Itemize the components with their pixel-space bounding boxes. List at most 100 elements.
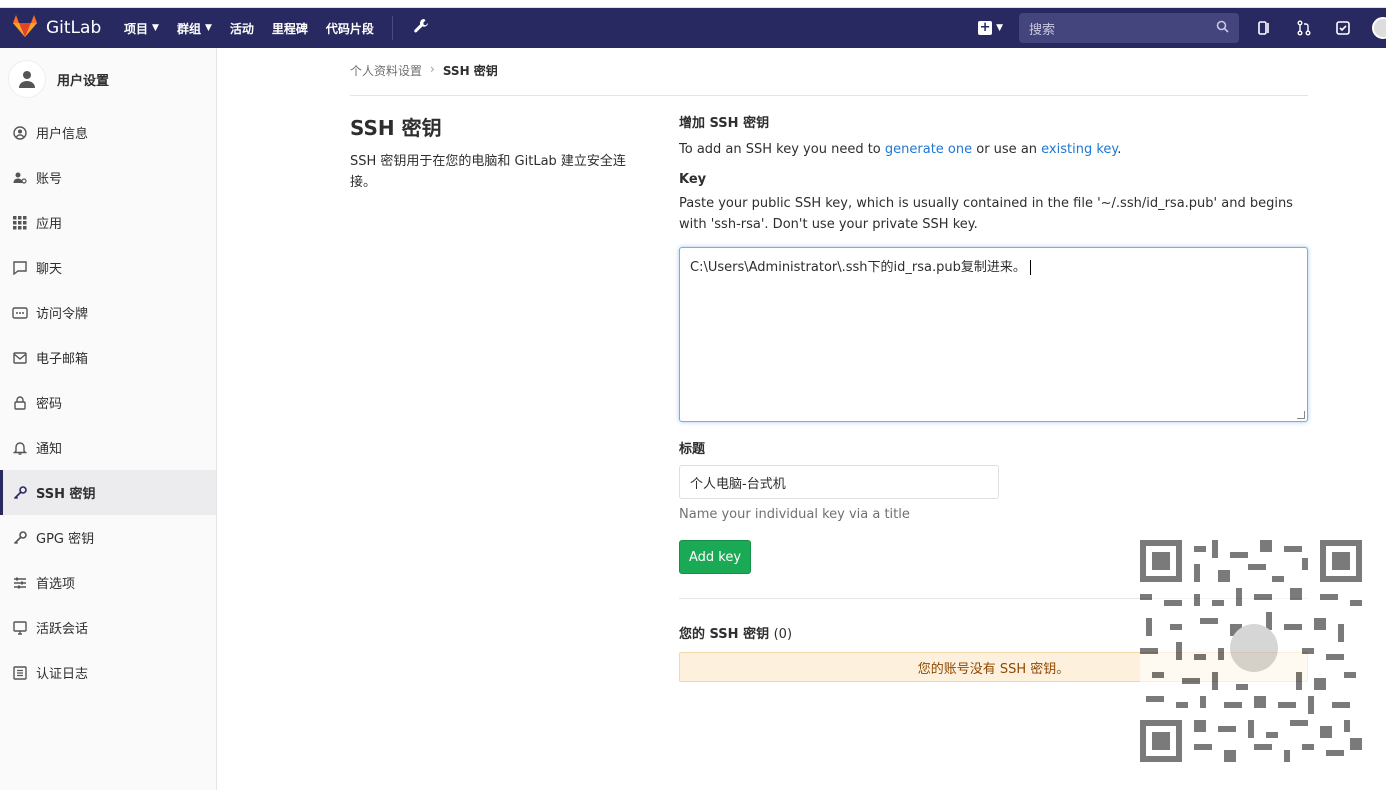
sidebar-item-applications[interactable]: 应用 [0,200,216,245]
qr-code-watermark [1140,540,1362,762]
existing-key-link[interactable]: existing key [1041,142,1117,157]
form-heading: 增加 SSH 密钥 [679,116,770,131]
chevron-down-icon: ▼ [152,23,159,33]
title-input-value: 个人电脑-台式机 [690,476,786,492]
merge-request-icon[interactable] [1294,18,1314,38]
sidebar-item-label: 认证日志 [36,667,89,682]
chevron-down-icon: ▼ [204,23,212,33]
title-label: 标题 [679,442,706,457]
grid-icon [12,215,28,231]
key-help: Paste your public SSH key, which is usua… [679,196,1293,232]
generate-one-link[interactable]: generate one [885,142,972,157]
sidebar-item-label: 访问令牌 [36,307,89,322]
search-input[interactable]: 搜索 [1019,13,1239,43]
monitor-icon [12,620,28,636]
form-intro: To add an SSH key you need to generate o… [679,139,1308,160]
nav-label: 活动 [229,21,254,36]
bell-icon [12,440,28,456]
breadcrumb: 个人资料设置 › SSH 密钥 [350,62,1308,96]
sidebar-item-label: 用户信息 [36,127,89,142]
new-dropdown-button[interactable]: + ▼ [978,21,1003,35]
sidebar-item-label: 账号 [36,172,63,187]
nav-projects[interactable]: 项目 ▼ [124,20,159,37]
text-cursor [1029,260,1031,275]
sidebar-item-label: 应用 [36,217,63,232]
token-icon [12,305,28,321]
intro-text: To add an SSH key you need to [679,142,885,157]
chevron-right-icon: › [430,62,435,76]
page-title: SSH 密钥 [350,116,442,140]
plus-icon: + [978,20,993,35]
window-top-strip [0,0,1386,8]
user-circle-icon [12,125,28,141]
user-avatar-icon [8,60,46,98]
sidebar-item-emails[interactable]: 电子邮箱 [0,335,216,380]
list-icon [12,665,28,681]
nav-label: 里程碑 [271,21,308,36]
chat-icon [12,260,28,276]
sliders-icon [12,575,28,591]
keys-count: (0) [773,627,793,642]
title-input[interactable]: 个人电脑-台式机 [679,465,999,499]
sidebar-item-chat[interactable]: 聊天 [0,245,216,290]
brand[interactable]: GitLab [12,14,112,42]
lock-icon [12,395,28,411]
todo-icon[interactable] [1333,18,1353,38]
nav-label: 项目 [124,21,149,36]
breadcrumb-parent[interactable]: 个人资料设置 [350,62,422,79]
title-hint: Name your individual key via a title [679,507,910,522]
search-icon [1216,20,1229,37]
nav-divider [391,16,393,40]
sidebar-item-gpg-keys[interactable]: GPG 密钥 [0,515,216,560]
sidebar-header[interactable]: 用户设置 [0,48,216,110]
sidebar-item-label: 聊天 [36,262,63,277]
sidebar-item-access-tokens[interactable]: 访问令牌 [0,290,216,335]
nav-label: 群组 [176,21,201,36]
sidebar-item-label: 密码 [36,397,63,412]
chevron-down-icon: ▼ [996,23,1003,33]
sidebar-item-account[interactable]: 账号 [0,155,216,200]
top-navbar: GitLab 项目 ▼ 群组 ▼ 活动 里程碑 代码片段 + ▼ 搜索 [0,8,1386,48]
account-icon [12,170,28,186]
sidebar-title: 用户设置 [57,73,110,89]
nav-groups[interactable]: 群组 ▼ [177,20,212,37]
avatar[interactable] [1372,17,1386,39]
key-textarea-value: C:\Users\Administrator\.ssh下的id_rsa.pub复… [690,260,1026,275]
sidebar-item-ssh-keys[interactable]: SSH 密钥 [0,470,216,515]
key-textarea[interactable]: C:\Users\Administrator\.ssh下的id_rsa.pub复… [679,247,1308,422]
keys-title: 您的 SSH 密钥 [679,627,770,642]
intro-text: or use an [972,142,1042,157]
wrench-icon[interactable] [413,18,429,38]
sidebar-item-profile[interactable]: 用户信息 [0,110,216,155]
intro-text: . [1117,142,1122,157]
sidebar-item-label: SSH 密钥 [36,487,96,502]
nav-activity[interactable]: 活动 [230,20,254,37]
page-description: SSH 密钥用于在您的电脑和 GitLab 建立安全连接。 [350,154,626,190]
envelope-icon [12,350,28,366]
sidebar-item-label: 活跃会话 [36,622,89,637]
sidebar-item-label: 首选项 [36,577,76,592]
sidebar-item-preferences[interactable]: 首选项 [0,560,216,605]
settings-sidebar: 用户设置 用户信息 账号 应用 聊天 访问令牌 电子邮箱 密码 通知 SSH 密… [0,48,217,790]
gitlab-logo-icon [12,14,38,42]
sidebar-item-password[interactable]: 密码 [0,380,216,425]
resize-handle[interactable] [1297,411,1305,419]
sidebar-item-label: GPG 密钥 [36,532,95,547]
breadcrumb-current[interactable]: SSH 密钥 [443,62,498,79]
search-placeholder: 搜索 [1029,22,1056,38]
sidebar-item-auth-log[interactable]: 认证日志 [0,650,216,695]
nav-label: 代码片段 [325,21,374,36]
key-label: Key [679,172,707,187]
add-key-button[interactable]: Add key [679,540,751,574]
issues-icon[interactable] [1255,18,1275,38]
sidebar-item-active-sessions[interactable]: 活跃会话 [0,605,216,650]
key-icon [12,530,28,546]
sidebar-item-label: 电子邮箱 [36,352,89,367]
brand-name: GitLab [46,18,102,38]
sidebar-item-notifications[interactable]: 通知 [0,425,216,470]
sidebar-item-label: 通知 [36,442,63,457]
section-intro: SSH 密钥 SSH 密钥用于在您的电脑和 GitLab 建立安全连接。 [350,112,650,193]
nav-milestones[interactable]: 里程碑 [272,20,308,37]
nav-snippets[interactable]: 代码片段 [326,20,374,37]
key-icon [12,485,28,501]
